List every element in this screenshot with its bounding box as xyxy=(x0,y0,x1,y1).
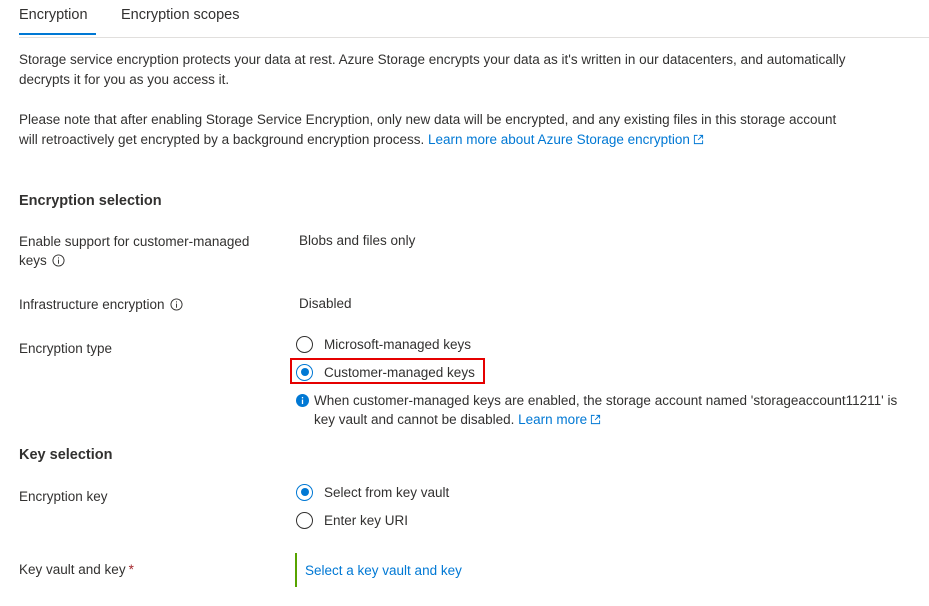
intro-paragraph: Storage service encryption protects your… xyxy=(19,50,919,90)
highlight-box xyxy=(290,358,485,384)
radio-button[interactable] xyxy=(296,511,313,529)
radio-button[interactable] xyxy=(296,335,313,353)
encryption-selection-title: Encryption selection xyxy=(19,193,162,209)
infrastructure-encryption-label: Infrastructure encryption xyxy=(19,295,183,314)
valid-indicator-bar xyxy=(295,553,297,587)
tab-encryption[interactable]: Encryption xyxy=(19,7,88,23)
learn-more-encryption-text: Learn more about Azure Storage encryptio… xyxy=(427,132,690,147)
cmk-support-label-line-1: Enable support for customer-managed xyxy=(19,234,250,249)
intro-line-2: decrypts it for you as you access it. xyxy=(19,72,230,87)
encryption-type-label: Encryption type xyxy=(19,341,113,356)
learn-more-text: Learn more xyxy=(518,412,588,427)
tab-encryption-scopes[interactable]: Encryption scopes xyxy=(121,7,239,23)
note-line-2: will retroactively get encrypted by a ba… xyxy=(19,130,919,150)
select-key-vault-link[interactable]: Select a key vault and key xyxy=(305,563,462,578)
key-vault-label: Key vault and key * xyxy=(19,560,134,579)
info-icon[interactable] xyxy=(52,254,65,267)
radio-label: Microsoft-managed keys xyxy=(324,336,472,352)
infrastructure-encryption-value: Disabled xyxy=(299,296,352,311)
info-icon[interactable] xyxy=(170,298,183,311)
cmk-info-text: When customer-managed keys are enabled, … xyxy=(314,391,897,429)
encryption-key-label: Encryption key xyxy=(19,489,108,504)
intro-line-1: Storage service encryption protects your… xyxy=(19,52,846,67)
infrastructure-encryption-label-text: Infrastructure encryption xyxy=(19,297,165,312)
learn-more-encryption-link[interactable]: Learn more about Azure Storage encryptio… xyxy=(428,132,704,147)
note-paragraph: Please note that after enabling Storage … xyxy=(19,110,919,150)
cmk-support-value: Blobs and files only xyxy=(299,233,416,248)
required-asterisk: * xyxy=(128,562,134,577)
note-line-2-text: will retroactively get encrypted by a ba… xyxy=(19,132,425,147)
active-tab-indicator xyxy=(19,33,96,35)
tab-bar: Encryption Encryption scopes xyxy=(0,0,929,38)
external-link-icon xyxy=(591,414,601,425)
cmk-info-line-1: When customer-managed keys are enabled, … xyxy=(314,393,898,408)
radio-label: Select from key vault xyxy=(324,484,450,500)
learn-more-link[interactable]: Learn more xyxy=(518,412,601,427)
radio-label: Enter key URI xyxy=(324,512,409,528)
radio-select-from-key-vault[interactable]: Select from key vault xyxy=(296,482,449,502)
tabs-divider xyxy=(19,37,929,38)
cmk-support-label-line-2: keys xyxy=(19,253,47,268)
radio-microsoft-managed-keys[interactable]: Microsoft-managed keys xyxy=(296,334,471,354)
radio-button[interactable] xyxy=(296,483,313,501)
key-selection-title: Key selection xyxy=(19,447,113,463)
radio-enter-key-uri[interactable]: Enter key URI xyxy=(296,510,408,530)
note-line-1: Please note that after enabling Storage … xyxy=(19,112,837,127)
cmk-support-label: Enable support for customer-managed keys xyxy=(19,232,249,270)
cmk-info-line-2: key vault and cannot be disabled. xyxy=(314,412,515,427)
info-filled-icon xyxy=(296,394,309,407)
key-vault-label-text: Key vault and key xyxy=(19,562,126,577)
external-link-icon xyxy=(693,134,703,145)
